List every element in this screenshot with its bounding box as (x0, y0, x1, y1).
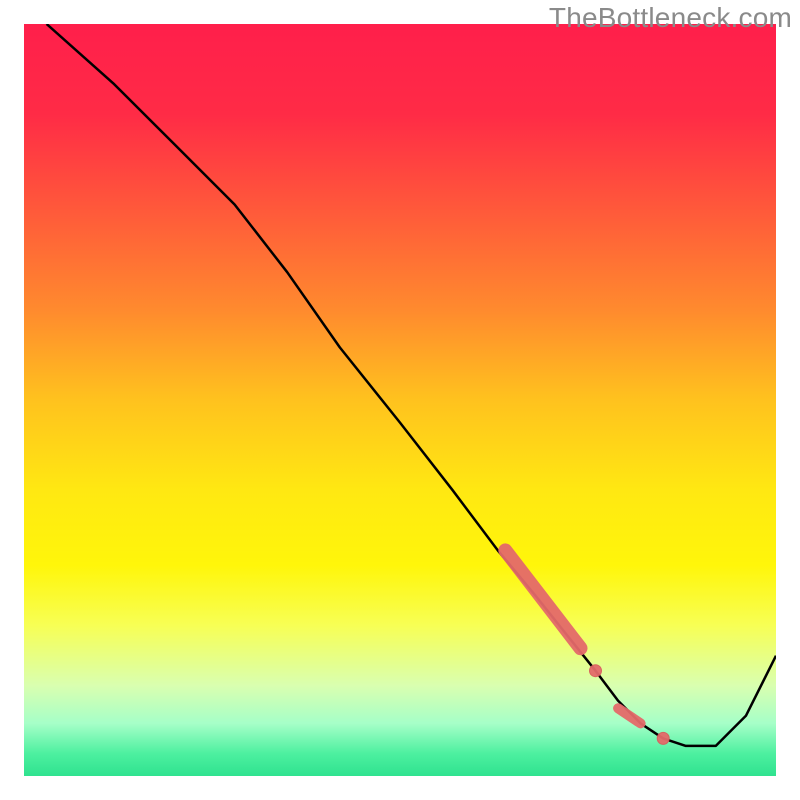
gradient-background (24, 24, 776, 776)
frame-left (0, 0, 24, 800)
bottleneck-chart (0, 0, 800, 800)
frame-bottom (0, 776, 800, 800)
highlighted-point-low (657, 732, 669, 744)
chart-container: TheBottleneck.com (0, 0, 800, 800)
highlighted-point-mid (590, 665, 602, 677)
watermark-text: TheBottleneck.com (549, 2, 792, 34)
frame-right (776, 0, 800, 800)
